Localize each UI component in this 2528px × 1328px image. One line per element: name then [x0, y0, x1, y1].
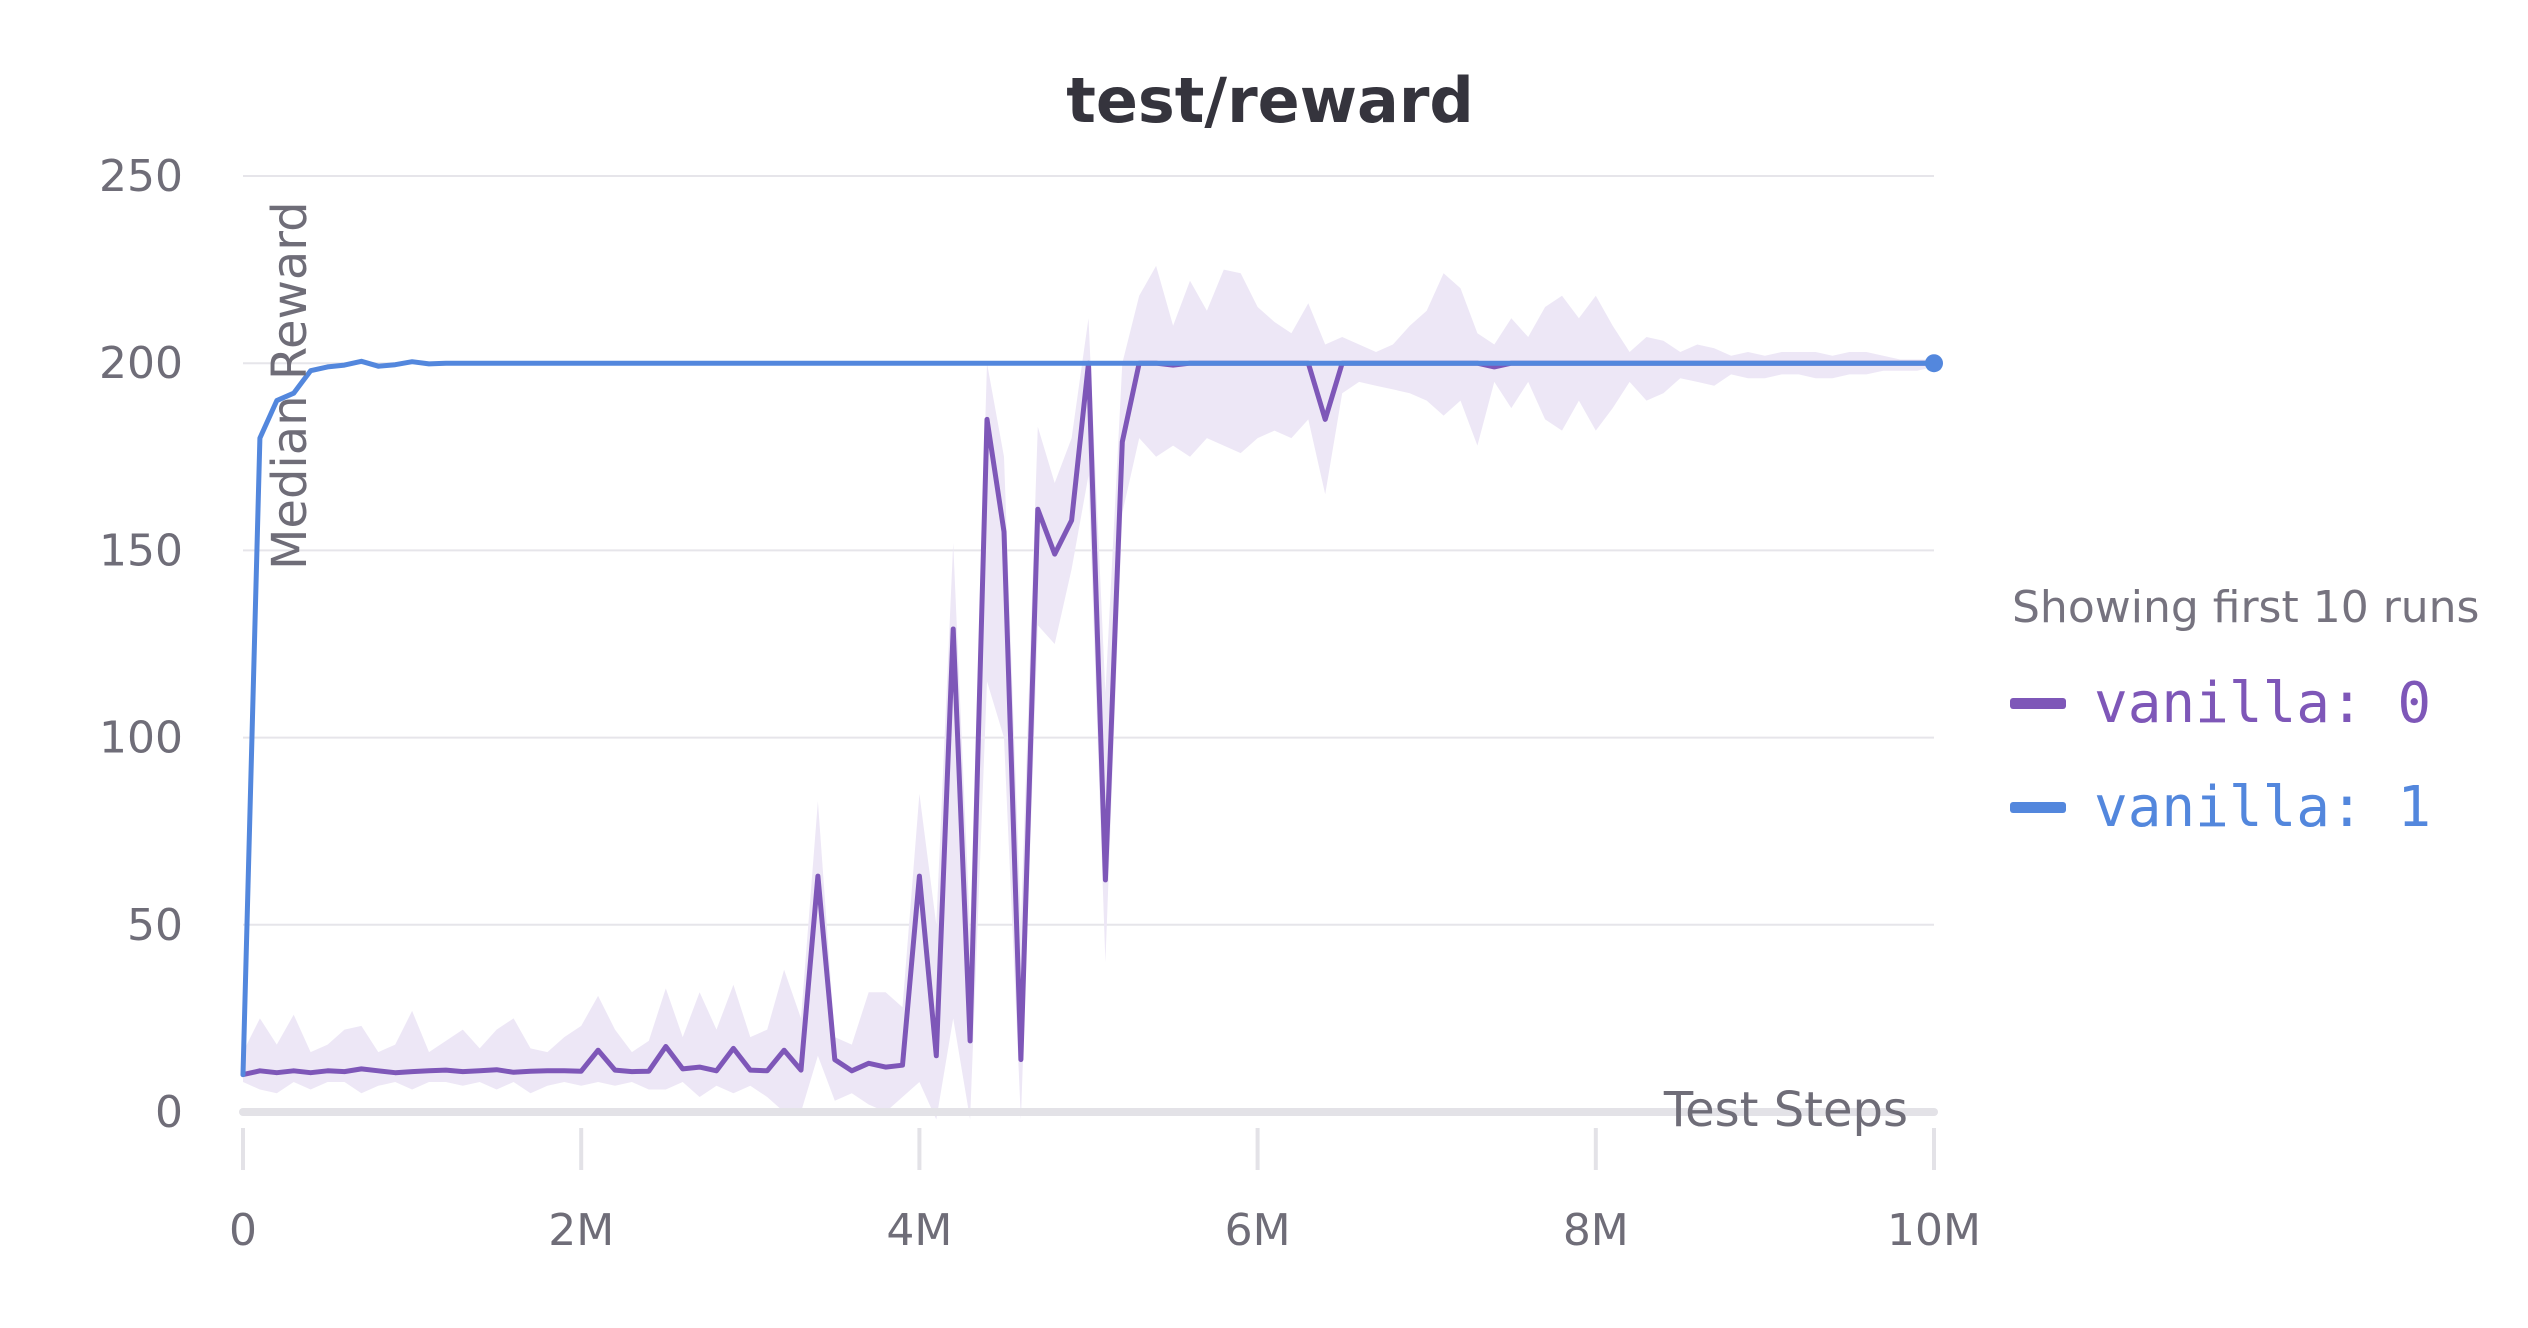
- grid-lines: [243, 175, 1934, 926]
- series-lines: [240, 354, 1943, 1078]
- legend-label: vanilla: 0: [2094, 670, 2432, 736]
- legend-item-vanilla-1[interactable]: vanilla: 1: [2010, 774, 2479, 840]
- y-tick-label: 250: [99, 151, 183, 202]
- y-tick-label: 0: [155, 1087, 183, 1138]
- x-tick-label: 6M: [1225, 1205, 1291, 1256]
- legend-caption: Showing first 10 runs: [2012, 582, 2480, 633]
- legend: Showing first 10 runs vanilla: 0 vanilla…: [2010, 582, 2480, 840]
- legend-item-vanilla-0[interactable]: vanilla: 0: [2010, 670, 2479, 736]
- legend-swatch: [2010, 697, 2066, 709]
- y-tick-label: 50: [127, 900, 183, 951]
- legend-label: vanilla: 1: [2094, 774, 2432, 840]
- x-tick-label: 8M: [1563, 1205, 1629, 1256]
- y-tick-label: 100: [99, 713, 183, 764]
- x-axis-label: Test Steps: [1663, 1082, 1908, 1138]
- x-tick-label: 0: [229, 1205, 257, 1256]
- y-axis-label: Median Reward: [262, 201, 318, 570]
- series-endpoint-marker: [1925, 354, 1943, 373]
- chart-title: test/reward: [1066, 64, 1474, 137]
- legend-swatch: [2010, 801, 2066, 813]
- y-tick-label: 200: [99, 338, 183, 389]
- y-tick-label: 150: [99, 525, 183, 576]
- x-tick-label: 2M: [548, 1205, 614, 1256]
- x-tick-label: 4M: [886, 1205, 952, 1256]
- x-tick-label: 10M: [1887, 1205, 1981, 1256]
